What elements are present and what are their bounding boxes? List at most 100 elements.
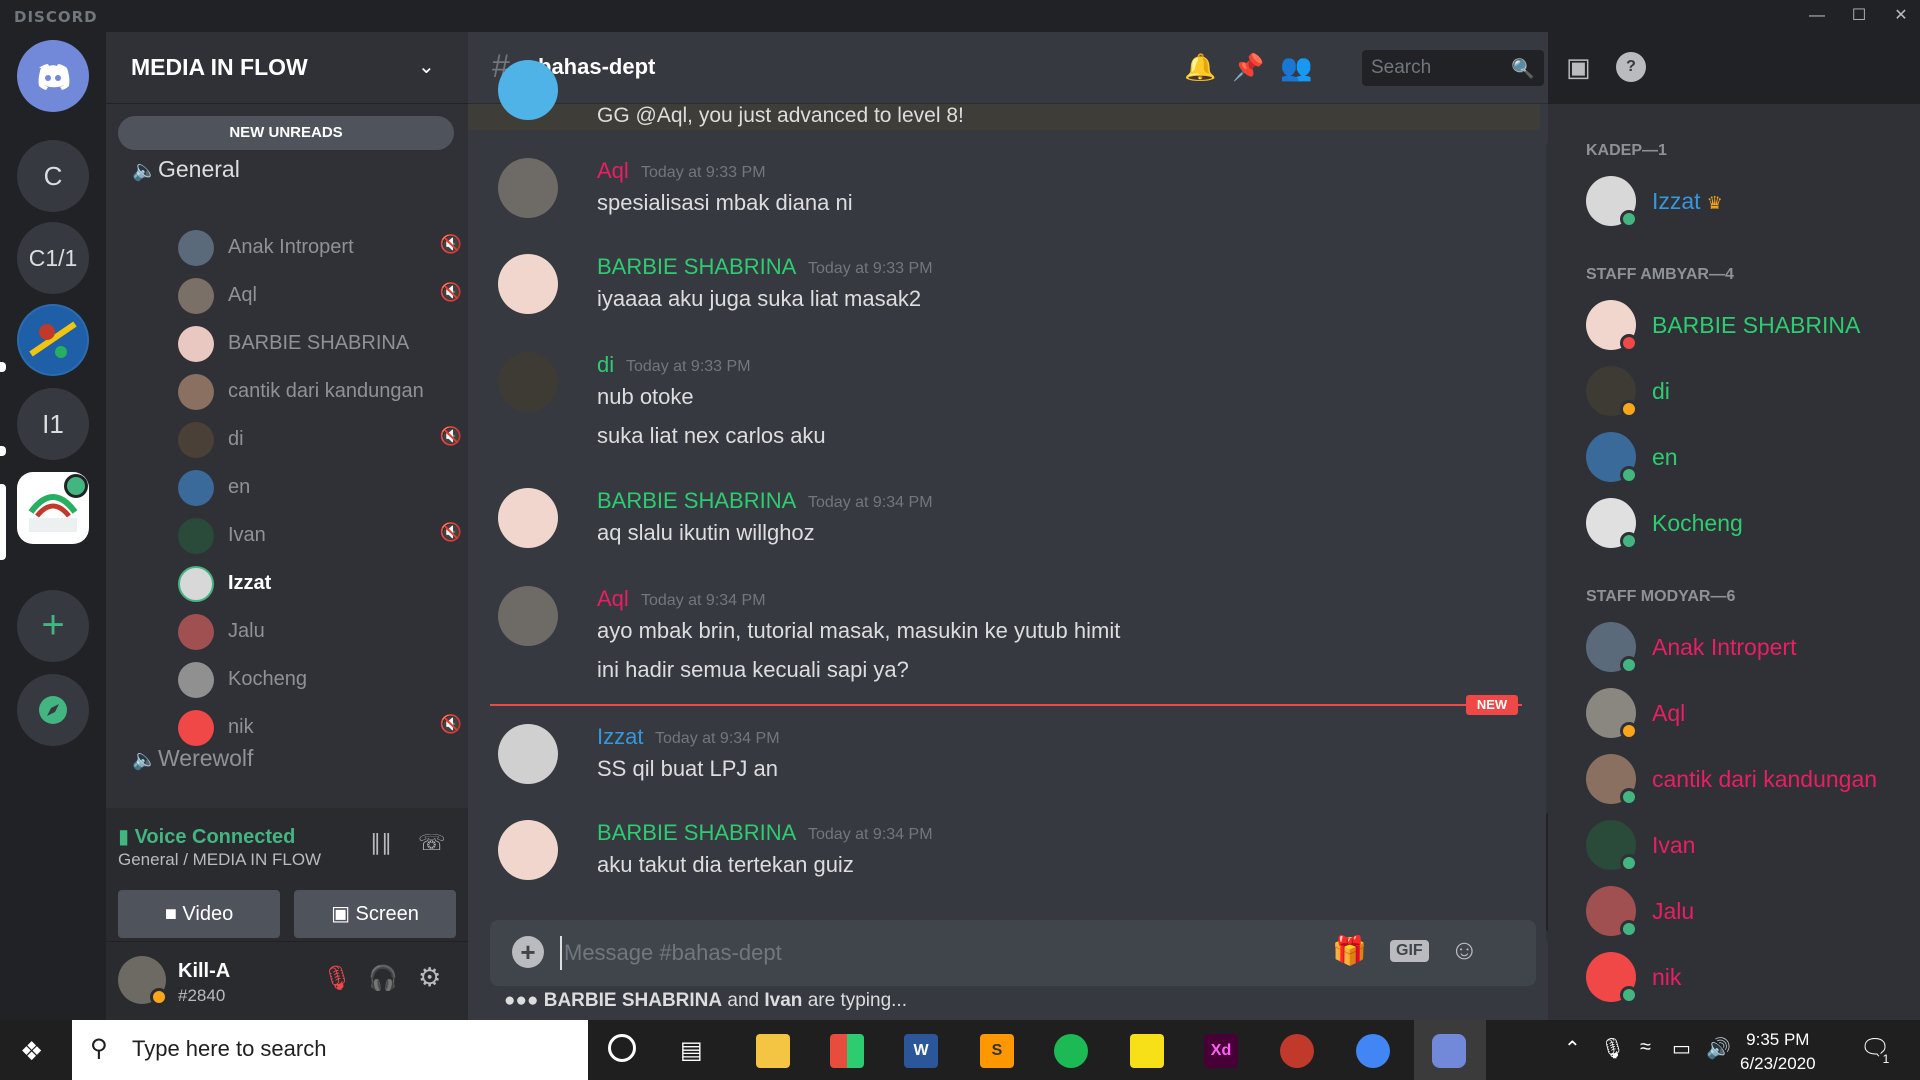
file-explorer-icon[interactable] <box>756 1034 790 1068</box>
message[interactable]: BARBIE SHABRINA Today at 9:33 PM iyaaaa ak… <box>490 254 1530 324</box>
voice-user[interactable]: Kocheng <box>172 660 462 700</box>
message-author[interactable]: BARBIE SHABRINA <box>597 488 796 514</box>
chrome-icon[interactable] <box>1356 1034 1390 1068</box>
headphones-icon[interactable]: 🎧 <box>368 964 398 993</box>
add-server-button[interactable]: + <box>17 590 89 662</box>
message-author[interactable]: Aql <box>597 158 629 184</box>
message-text: nub otoke <box>597 384 694 409</box>
microphone-icon[interactable]: 🎙 <box>1600 1036 1625 1061</box>
mic-muted-icon[interactable]: 🎙 <box>322 964 352 993</box>
mic-muted-icon: 🔇 <box>439 714 462 734</box>
member-item[interactable]: Ivan <box>1586 820 1916 874</box>
disconnect-call-icon[interactable]: ☏ <box>418 830 446 856</box>
member-item[interactable]: cantik dari kandungan <box>1586 754 1916 808</box>
member-item[interactable]: Anak Intropert <box>1586 622 1916 676</box>
emoji-icon[interactable]: ☺ <box>1450 934 1479 966</box>
member-item[interactable]: Aql <box>1586 688 1916 742</box>
voice-user[interactable]: cantik dari kandungan <box>172 372 462 412</box>
voice-user[interactable]: Ivan 🔇 <box>172 516 462 556</box>
typing-dots-icon: ●●● <box>504 990 539 1011</box>
message[interactable]: Aql Today at 9:34 PM ayo mbak brin, tutori… <box>490 586 1530 696</box>
member-item[interactable]: en <box>1586 432 1916 486</box>
member-item[interactable]: BARBIE SHABRINA <box>1586 300 1916 354</box>
voice-user[interactable]: BARBIE SHABRINA <box>172 324 462 364</box>
minimize-button[interactable]: — <box>1794 0 1840 32</box>
cortana-icon[interactable] <box>608 1034 636 1062</box>
taskbar-search[interactable]: ⚲ Type here to search <box>72 1020 588 1080</box>
message[interactable]: Aql Today at 9:33 PM spesialisasi mbak dia… <box>490 158 1530 228</box>
tray-chevron-icon[interactable]: ⌃ <box>1564 1036 1581 1061</box>
members-icon[interactable]: 👥 <box>1280 52 1312 83</box>
voice-user[interactable]: Jalu <box>172 612 462 652</box>
avatar[interactable] <box>498 352 558 412</box>
word-icon[interactable]: W <box>904 1034 938 1068</box>
message[interactable]: BARBIE SHABRINA Today at 9:34 PM aku takut… <box>490 820 1530 890</box>
avatar[interactable] <box>498 820 558 880</box>
app-icon[interactable] <box>1280 1034 1314 1068</box>
task-view-icon[interactable]: ▤ <box>680 1036 703 1065</box>
windows-start-icon[interactable]: ❖ <box>20 1036 43 1067</box>
voice-user[interactable]: Aql 🔇 <box>172 276 462 316</box>
home-button[interactable] <box>17 40 89 112</box>
avatar[interactable] <box>498 158 558 218</box>
message[interactable]: di Today at 9:33 PM nub otoke suka liat nex… <box>490 352 1530 462</box>
explore-servers-button[interactable] <box>17 674 89 746</box>
gift-icon[interactable]: 🎁 <box>1332 934 1367 967</box>
member-item[interactable]: Kocheng <box>1586 498 1916 552</box>
voice-user[interactable]: en <box>172 468 462 508</box>
new-unreads-banner[interactable]: NEW UNREADS <box>118 116 454 150</box>
sublime-icon[interactable]: S <box>980 1034 1014 1068</box>
gear-icon[interactable]: ⚙ <box>418 962 441 993</box>
message[interactable]: Izzat Today at 9:34 PM SS qil buat LPJ an <box>490 724 1530 794</box>
clock[interactable]: 9:35 PM 6/23/2020 <box>1740 1028 1816 1076</box>
avatar[interactable] <box>498 586 558 646</box>
server-icon-emblem[interactable] <box>17 304 89 376</box>
member-item[interactable]: Izzat ♛ <box>1586 176 1916 230</box>
server-i1[interactable]: I1 <box>17 388 89 460</box>
noise-suppression-icon[interactable]: ∥∥ <box>370 830 392 856</box>
add-attachment-icon[interactable]: + <box>512 936 544 968</box>
maximize-button[interactable]: ☐ <box>1836 0 1882 32</box>
avatar[interactable] <box>498 488 558 548</box>
message-author[interactable]: BARBIE SHABRINA <box>597 820 796 846</box>
voice-channel-general[interactable]: 🔈General <box>132 156 240 183</box>
close-button[interactable]: ✕ <box>1878 0 1920 32</box>
voice-channel-werewolf[interactable]: 🔈Werewolf <box>132 745 253 772</box>
voice-user[interactable]: Izzat <box>172 564 462 604</box>
help-icon[interactable]: ? <box>1616 52 1646 82</box>
adobe-xd-icon[interactable]: Xd <box>1204 1034 1238 1068</box>
volume-icon[interactable]: 🔊 <box>1706 1036 1731 1061</box>
avatar[interactable] <box>498 724 558 784</box>
message-author[interactable]: Aql <box>597 586 629 612</box>
message[interactable]: BARBIE SHABRINA Today at 9:34 PM aq slalu … <box>490 488 1530 558</box>
voice-user[interactable]: di 🔇 <box>172 420 462 460</box>
guild-header[interactable]: MEDIA IN FLOW ⌄ <box>106 32 468 104</box>
message-author[interactable]: BARBIE SHABRINA <box>597 254 796 280</box>
message-author[interactable]: di <box>597 352 614 378</box>
server-c1[interactable]: C1/1 <box>17 222 89 294</box>
member-item[interactable]: Jalu <box>1586 886 1916 940</box>
video-button[interactable]: ■ Video <box>118 890 280 938</box>
gif-button[interactable]: GIF <box>1390 940 1429 962</box>
voice-user[interactable]: Anak Intropert 🔇 <box>172 228 462 268</box>
screen-share-button[interactable]: ▣ Screen <box>294 890 456 938</box>
member-item[interactable]: nik <box>1586 952 1916 1006</box>
bell-icon[interactable]: 🔔 <box>1184 52 1216 83</box>
avatar[interactable] <box>498 254 558 314</box>
member-name: Izzat ♛ <box>1652 188 1723 215</box>
member-item[interactable]: di <box>1586 366 1916 420</box>
inbox-icon[interactable]: ▣ <box>1566 52 1591 83</box>
search-input[interactable]: Search 🔍 <box>1362 50 1544 86</box>
voice-connected-status[interactable]: ▮ Voice Connected <box>118 824 295 849</box>
sticky-notes-icon[interactable] <box>1130 1034 1164 1068</box>
server-c[interactable]: C <box>17 140 89 212</box>
spotify-icon[interactable] <box>1054 1034 1088 1068</box>
message-author[interactable]: Izzat <box>597 724 643 750</box>
new-badge: NEW <box>1466 695 1518 715</box>
wifi-icon[interactable]: ≈ <box>1640 1036 1651 1059</box>
voice-user[interactable]: nik 🔇 <box>172 708 462 748</box>
message-input[interactable] <box>560 936 1180 970</box>
office-icon[interactable] <box>830 1034 864 1068</box>
battery-icon[interactable]: ▭ <box>1672 1036 1691 1061</box>
pin-icon[interactable]: 📌 <box>1232 52 1264 83</box>
